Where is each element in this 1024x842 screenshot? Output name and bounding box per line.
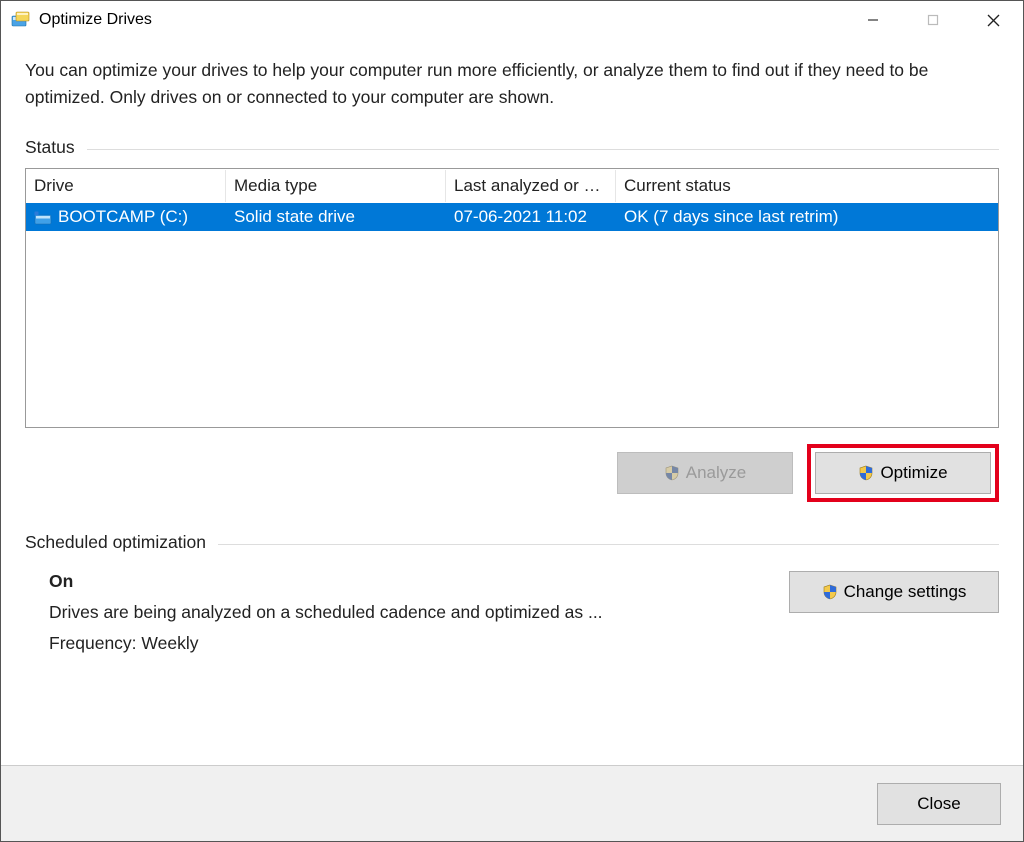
scheduled-section: Scheduled optimization On Drives are bei… <box>25 532 999 664</box>
drive-rows: BOOTCAMP (C:) Solid state drive 07-06-20… <box>26 203 998 427</box>
column-drive[interactable]: Drive <box>26 170 226 202</box>
optimize-label: Optimize <box>880 463 947 483</box>
scheduled-on: On <box>49 571 773 592</box>
analyze-button: Analyze <box>617 452 793 494</box>
window-controls <box>843 1 1023 39</box>
shield-icon <box>822 584 838 600</box>
description-text: You can optimize your drives to help you… <box>25 57 999 111</box>
drive-row[interactable]: BOOTCAMP (C:) Solid state drive 07-06-20… <box>26 203 998 231</box>
column-media-type[interactable]: Media type <box>226 170 446 202</box>
drive-media: Solid state drive <box>226 205 446 229</box>
close-window-button[interactable] <box>963 1 1023 39</box>
scheduled-text: On Drives are being analyzed on a schedu… <box>49 571 773 664</box>
drive-status: OK (7 days since last retrim) <box>616 205 998 229</box>
close-button[interactable]: Close <box>877 783 1001 825</box>
window-title: Optimize Drives <box>39 11 152 29</box>
minimize-button[interactable] <box>843 1 903 39</box>
divider <box>218 544 999 545</box>
app-icon <box>11 10 31 30</box>
shield-icon <box>664 465 680 481</box>
status-section-label: Status <box>25 137 999 158</box>
status-label: Status <box>25 137 75 158</box>
optimize-button[interactable]: Optimize <box>815 452 991 494</box>
maximize-button[interactable] <box>903 1 963 39</box>
column-last-analyzed[interactable]: Last analyzed or o... <box>446 170 616 202</box>
change-settings-wrap: Change settings <box>789 571 999 664</box>
scheduled-line2: Frequency: Weekly <box>49 633 773 654</box>
analyze-label: Analyze <box>686 463 746 483</box>
content-area: You can optimize your drives to help you… <box>1 39 1023 765</box>
column-current-status[interactable]: Current status <box>616 170 998 202</box>
close-label: Close <box>917 794 960 814</box>
drive-icon <box>34 210 52 224</box>
scheduled-label: Scheduled optimization <box>25 532 206 553</box>
window: Optimize Drives You can optimize your dr… <box>0 0 1024 842</box>
change-settings-button[interactable]: Change settings <box>789 571 999 613</box>
drive-last: 07-06-2021 11:02 <box>446 205 616 229</box>
drive-list[interactable]: Drive Media type Last analyzed or o... C… <box>25 168 999 428</box>
drive-name: BOOTCAMP (C:) <box>58 207 188 227</box>
titlebar: Optimize Drives <box>1 1 1023 39</box>
drive-list-header: Drive Media type Last analyzed or o... C… <box>26 169 998 203</box>
scheduled-section-label: Scheduled optimization <box>25 532 999 553</box>
shield-icon <box>858 465 874 481</box>
actions-row: Analyze Optimize <box>25 444 999 502</box>
divider <box>87 149 999 150</box>
footer: Close <box>1 765 1023 841</box>
scheduled-body: On Drives are being analyzed on a schedu… <box>25 563 999 664</box>
change-settings-label: Change settings <box>844 582 967 602</box>
highlight-frame: Optimize <box>807 444 999 502</box>
scheduled-line1: Drives are being analyzed on a scheduled… <box>49 602 773 623</box>
